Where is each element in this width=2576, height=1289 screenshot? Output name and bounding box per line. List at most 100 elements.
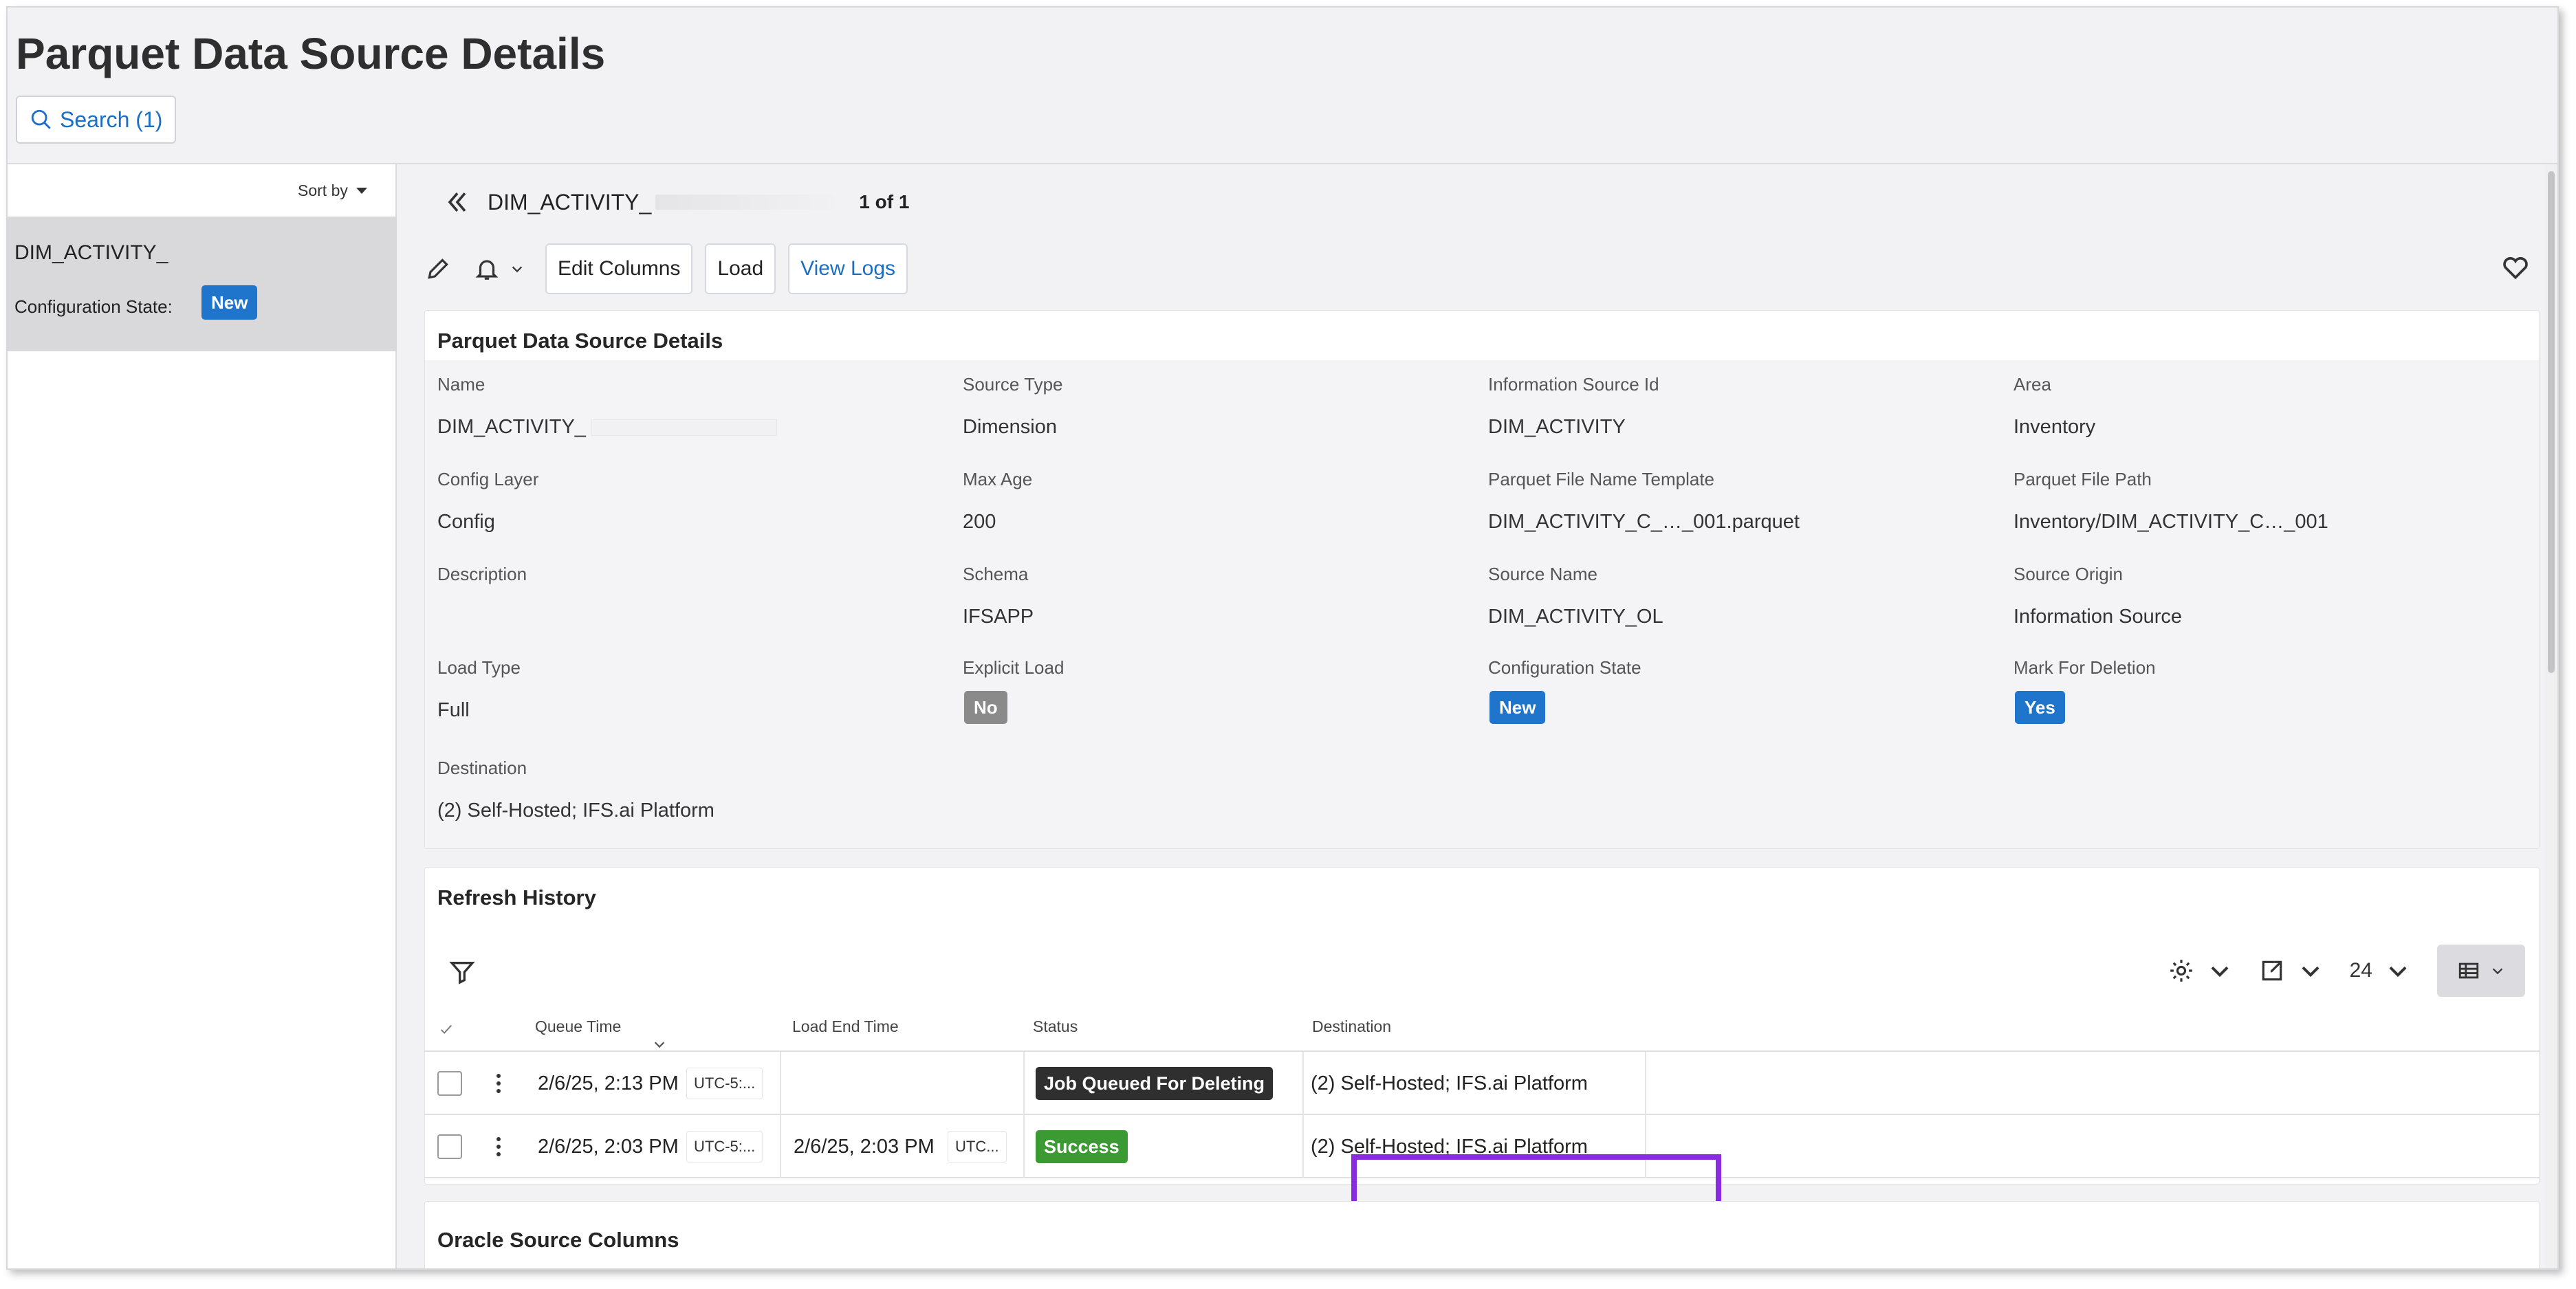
kebab-menu-icon[interactable] <box>496 1137 502 1156</box>
field-value: Yes <box>2013 691 2522 724</box>
field-label: Description <box>437 564 527 584</box>
details-fields: Name DIM_ACTIVITY_ Source Type Dimension… <box>425 360 2539 848</box>
mark-for-deletion-badge: Yes <box>2015 691 2065 724</box>
name-value: DIM_ACTIVITY_ <box>437 416 586 438</box>
vertical-scrollbar[interactable] <box>2545 164 2557 1268</box>
oracle-source-columns-card: Oracle Source Columns <box>424 1201 2540 1268</box>
field-mark-for-deletion: Mark For Deletion Yes <box>2013 657 2522 724</box>
double-chevron-left-icon[interactable] <box>442 187 472 217</box>
view-logs-button[interactable]: View Logs <box>788 243 908 294</box>
status-cell: Job Queued For Deleting <box>1036 1052 1274 1115</box>
column-divider <box>1302 1115 1304 1178</box>
pencil-icon <box>428 258 448 279</box>
table-icon <box>2458 962 2479 979</box>
sort-by-dropdown[interactable]: Sort by <box>288 175 377 206</box>
column-divider <box>1023 1052 1025 1115</box>
field-value: New <box>1488 691 1997 724</box>
configuration-state-badge: New <box>1489 691 1546 724</box>
grid-settings-button[interactable] <box>2168 958 2233 984</box>
list-item[interactable]: DIM_ACTIVITY_ Configuration State: New <box>8 217 397 351</box>
load-button[interactable]: Load <box>705 243 776 294</box>
timezone-chip: UTC-5:... <box>686 1068 763 1099</box>
record-toolbar: Edit Columns Load View Logs <box>423 241 920 296</box>
field-value: DIM_ACTIVITY_OL <box>1488 606 1663 628</box>
field-destination: Destination (2) Self-Hosted; IFS.ai Plat… <box>437 758 1263 822</box>
column-divider <box>780 1052 781 1115</box>
edit-columns-button[interactable]: Edit Columns <box>545 243 693 294</box>
field-value: Full <box>437 699 470 721</box>
field-source-origin: Source Origin Information Source <box>2013 564 2522 628</box>
field-label: Information Source Id <box>1488 374 1659 395</box>
caret-down-icon <box>356 187 367 194</box>
field-value: No <box>963 691 1472 724</box>
field-label: Name <box>437 374 485 395</box>
field-label: Config Layer <box>437 469 539 489</box>
export-button[interactable] <box>2259 958 2324 984</box>
field-label: Source Origin <box>2013 564 2123 584</box>
column-header-destination[interactable]: Destination <box>1312 1017 1391 1036</box>
filter-icon[interactable] <box>448 958 476 986</box>
field-value: IFSAPP <box>963 606 1034 628</box>
field-load-type: Load Type Full <box>437 657 946 722</box>
row-menu-cell <box>496 1052 502 1115</box>
field-value: DIM_ACTIVITY_ <box>437 416 946 439</box>
table-header: Queue Time Load End Time Status Destinat… <box>425 1004 2540 1052</box>
field-config-layer: Config Layer Config <box>437 469 946 533</box>
status-badge: Job Queued For Deleting <box>1036 1067 1274 1100</box>
sort-descending-icon[interactable] <box>652 1037 667 1052</box>
load-end-time-cell: 2/6/25, 2:03 PM <box>794 1115 935 1178</box>
field-parquet-file-name-template: Parquet File Name Template DIM_ACTIVITY_… <box>1488 469 1997 533</box>
row-menu-cell <box>496 1115 502 1178</box>
row-select-cell <box>437 1052 462 1115</box>
edit-button[interactable] <box>423 254 453 284</box>
field-value: DIM_ACTIVITY_C_…_001.parquet <box>1488 511 1800 533</box>
field-source-type: Source Type Dimension <box>963 374 1472 439</box>
load-end-tz-cell: UTC... <box>948 1115 1007 1178</box>
record-name: DIM_ACTIVITY_ <box>488 189 652 214</box>
kebab-menu-icon[interactable] <box>496 1074 502 1093</box>
field-label: Area <box>2013 374 2051 395</box>
row-select-cell <box>437 1115 462 1178</box>
refresh-history-card: Refresh History 24 Queue Time Load End T… <box>424 867 2540 1185</box>
select-all-check-icon[interactable] <box>439 1022 454 1037</box>
field-label: Destination <box>437 758 527 778</box>
field-area: Area Inventory <box>2013 374 2522 439</box>
column-divider <box>1023 1115 1025 1178</box>
row-checkbox[interactable] <box>437 1071 462 1096</box>
field-value: DIM_ACTIVITY <box>1488 416 1626 438</box>
field-label: Max Age <box>963 469 1033 489</box>
field-label: Schema <box>963 564 1029 584</box>
search-button[interactable]: Search (1) <box>16 96 177 144</box>
field-value: 200 <box>963 511 996 533</box>
search-button-label: Search (1) <box>60 107 163 132</box>
column-header-load-end-time[interactable]: Load End Time <box>792 1017 899 1036</box>
heart-icon[interactable] <box>2500 252 2531 283</box>
chevron-down-icon <box>512 266 523 273</box>
queue-time-cell: 2/6/25, 2:13 PM <box>538 1052 679 1115</box>
field-label: Source Type <box>963 374 1063 395</box>
field-source-name: Source Name DIM_ACTIVITY_OL <box>1488 564 1997 628</box>
row-checkbox[interactable] <box>437 1134 462 1159</box>
export-icon <box>2262 960 2282 981</box>
bell-icon <box>475 260 499 280</box>
field-value: Config <box>437 511 495 533</box>
table-view-toggle[interactable] <box>2437 945 2525 997</box>
field-label: Load Type <box>437 657 521 678</box>
app-window: Parquet Data Source Details Search (1) S… <box>6 6 2559 1270</box>
timezone-chip: UTC-5:... <box>686 1131 763 1163</box>
chevron-down-icon <box>2302 966 2320 978</box>
sort-by-label: Sort by <box>298 181 348 199</box>
table-row[interactable]: 2/6/25, 2:13 PM UTC-5:... Job Queued For… <box>425 1052 2540 1115</box>
queue-tz-cell: UTC-5:... <box>686 1115 763 1178</box>
column-header-queue-time[interactable]: Queue Time <box>535 1017 621 1036</box>
column-divider <box>780 1115 781 1178</box>
notifications-menu[interactable] <box>474 256 525 282</box>
page-size-dropdown[interactable]: 24 <box>2350 958 2411 984</box>
field-value: Dimension <box>963 416 1057 438</box>
field-information-source-id: Information Source Id DIM_ACTIVITY <box>1488 374 1997 439</box>
chevron-down-icon <box>2211 966 2229 978</box>
record-pager: 1 of 1 <box>859 191 910 212</box>
field-label: Parquet File Path <box>2013 469 2152 489</box>
column-header-status[interactable]: Status <box>1033 1017 1078 1036</box>
scrollbar-thumb[interactable] <box>2548 171 2555 673</box>
